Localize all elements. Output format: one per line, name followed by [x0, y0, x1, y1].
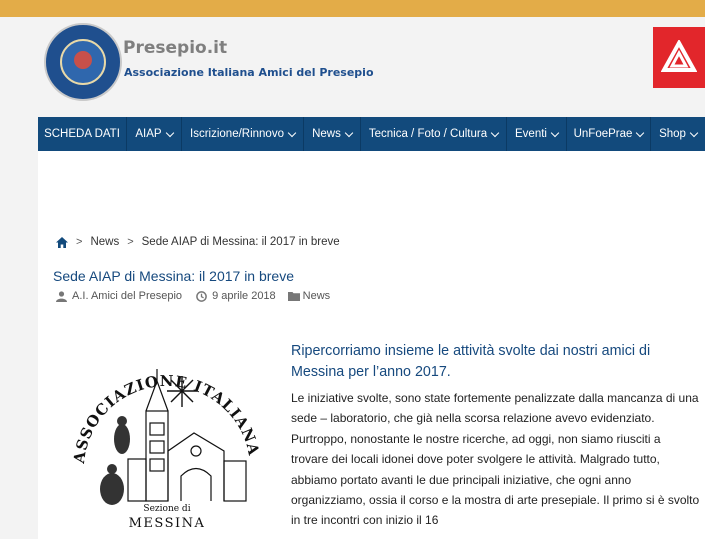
nav-item-label: SCHEDA DATI: [44, 128, 120, 140]
nav-item-scheda-dati[interactable]: SCHEDA DATI: [38, 117, 127, 151]
nav-item-shop[interactable]: Shop: [651, 117, 705, 151]
chevron-down-icon: [490, 128, 500, 137]
post-category-link[interactable]: News: [303, 290, 331, 302]
nav-item-label: Iscrizione/Rinnovo: [190, 128, 284, 140]
nav-item-label: UnFoePrae: [573, 128, 633, 140]
site-subtitle: Associazione Italiana Amici del Presepio: [124, 66, 374, 79]
nav-item-eventi[interactable]: Eventi: [507, 117, 567, 151]
nav-item-label: Eventi: [515, 128, 547, 140]
site-logo-emblem[interactable]: [44, 23, 122, 101]
rose-icon: [74, 51, 92, 69]
breadcrumb-current: Sede AIAP di Messina: il 2017 in breve: [141, 236, 340, 248]
chevron-down-icon: [287, 128, 297, 137]
triangle-logo-icon: [661, 40, 697, 72]
post-meta: A.I. Amici del Presepio 9 aprile 2018 Ne…: [56, 290, 330, 302]
svg-text:ASSOCIAZIONE ITALIANA AMICI DE: ASSOCIAZIONE ITALIANA AMICI DEL PRESEPIO: [56, 341, 264, 465]
nav-item-news[interactable]: News: [304, 117, 361, 151]
breadcrumb-separator: >: [76, 236, 83, 248]
post-date[interactable]: 9 aprile 2018: [212, 290, 276, 302]
nativity-figures: [100, 416, 130, 505]
post-lead-paragraph: Ripercorriamo insieme le attività svolte…: [291, 343, 651, 380]
breadcrumb-separator: >: [127, 236, 134, 248]
nav-item-aiap[interactable]: AIAP: [127, 117, 182, 151]
nav-item-label: Tecnica / Foto / Cultura: [368, 128, 488, 140]
star-icon: [167, 376, 197, 407]
post-body-paragraph: Le iniziative svolte, sono state forteme…: [291, 391, 700, 528]
post-author[interactable]: A.I. Amici del Presepio: [72, 290, 182, 302]
main-content: > News > Sede AIAP di Messina: il 2017 i…: [38, 151, 705, 539]
nav-item-unfoeprae[interactable]: UnFoePrae: [567, 117, 651, 151]
chevron-down-icon: [689, 128, 699, 137]
nav-item-tecnica-foto-cultura[interactable]: Tecnica / Foto / Cultura: [361, 117, 507, 151]
seal-section-label: Sezione di: [143, 504, 190, 514]
post-title: Sede AIAP di Messina: il 2017 in breve: [53, 268, 295, 284]
main-navigation: SCHEDA DATI AIAP Iscrizione/Rinnovo News…: [38, 117, 705, 151]
site-header: Presepio.it Associazione Italiana Amici …: [0, 17, 705, 117]
messina-section-seal-image: ASSOCIAZIONE ITALIANA AMICI DEL PRESEPIO: [56, 341, 264, 531]
top-accent-bar: [0, 0, 705, 17]
chevron-down-icon: [344, 128, 354, 137]
nav-item-label: Shop: [659, 128, 686, 140]
folder-icon: [287, 292, 300, 301]
nav-item-label: AIAP: [135, 128, 162, 140]
seal-ring-text: ASSOCIAZIONE ITALIANA AMICI DEL PRESEPIO: [56, 341, 263, 465]
nav-item-label: News: [312, 128, 341, 140]
breadcrumb-link-news[interactable]: News: [90, 236, 119, 248]
seal-city-label: MESSINA: [129, 516, 206, 531]
corner-brand-logo[interactable]: [653, 27, 705, 88]
user-icon: [56, 290, 67, 302]
chevron-down-icon: [165, 128, 174, 137]
site-title[interactable]: Presepio.it: [123, 38, 227, 58]
chevron-down-icon: [550, 128, 560, 137]
chevron-down-icon: [636, 128, 645, 137]
logo-emblem-inner: [60, 39, 106, 85]
nav-item-iscrizione-rinnovo[interactable]: Iscrizione/Rinnovo: [182, 117, 304, 151]
home-icon[interactable]: [56, 236, 68, 248]
clock-icon: [196, 290, 207, 302]
breadcrumb: > News > Sede AIAP di Messina: il 2017 i…: [56, 236, 340, 248]
